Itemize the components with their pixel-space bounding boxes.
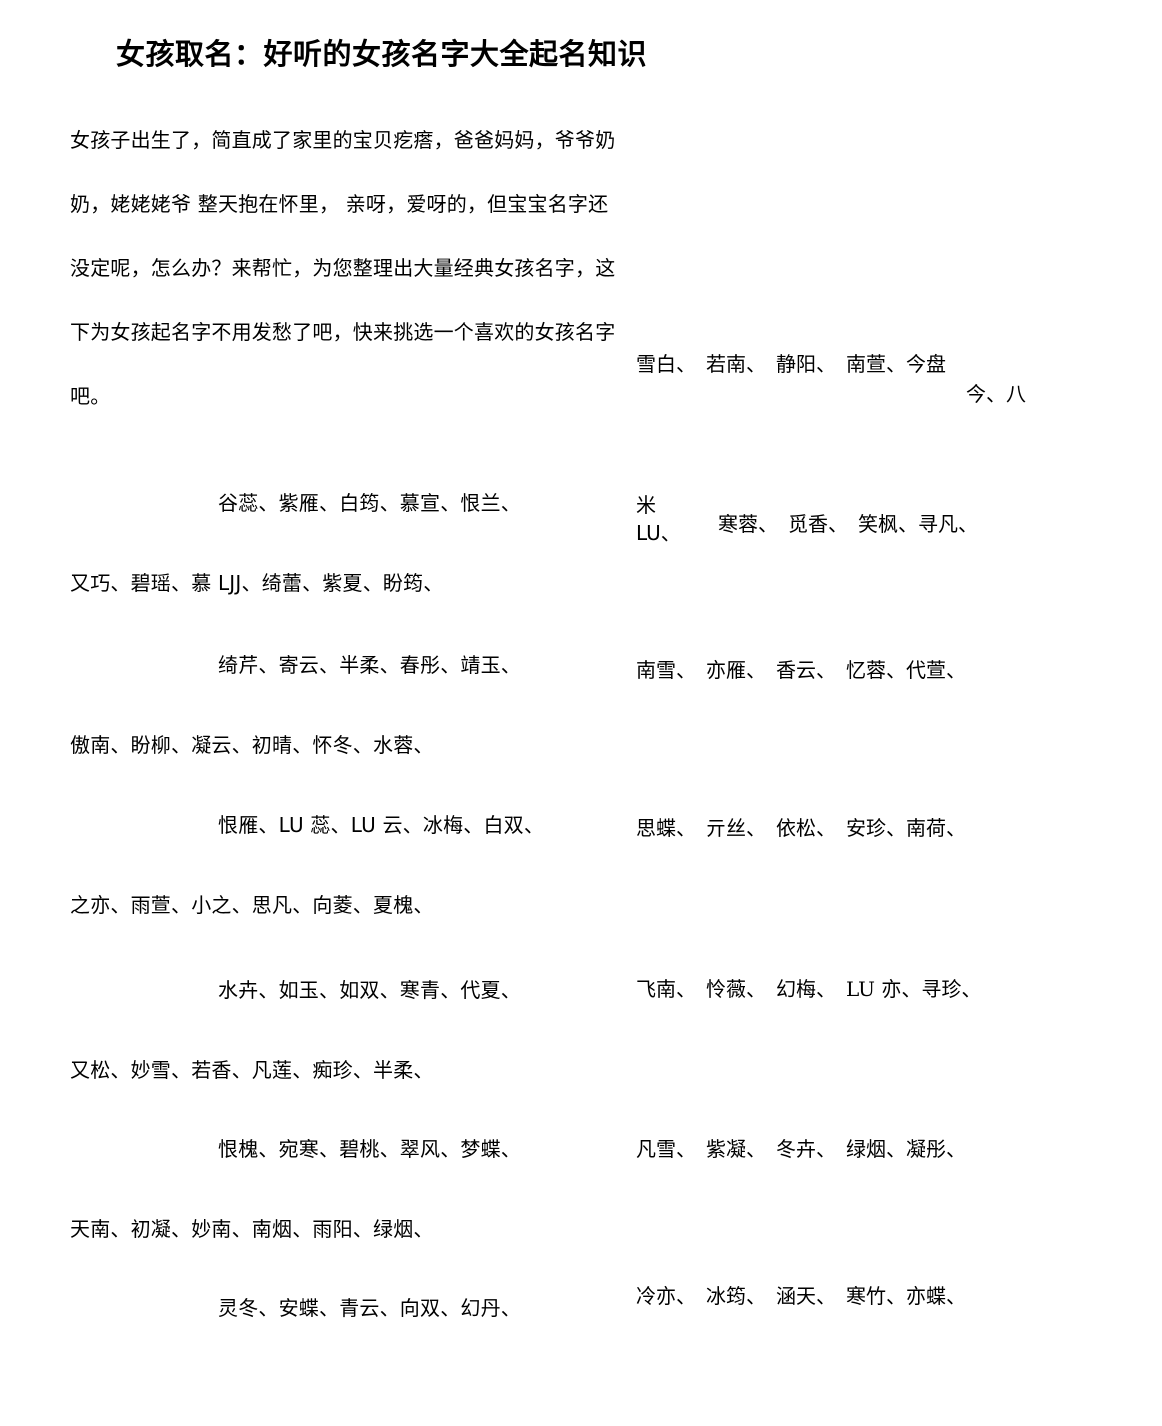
name-line: 谷蕊、紫雁、白筠、慕宣、恨兰、 (218, 491, 521, 515)
name-line: 天南、初凝、妙南、南烟、雨阳、绿烟、 (70, 1217, 434, 1241)
name-line: 飞南、 怜薇、 幻梅、 LU 亦、寻珍、 (636, 977, 982, 1001)
document-page: 女孩取名：好听的女孩名字大全起名知识 女孩子出生了，简直成了家里的宝贝疙瘩，爸爸… (0, 0, 1162, 1426)
name-stack-cell: 米 LU、 (636, 491, 681, 547)
name-stack-top: 米 (636, 493, 656, 517)
name-line: 今、八 (966, 382, 1026, 406)
name-line: 傲南、盼柳、凝云、初晴、怀冬、水蓉、 (70, 733, 434, 757)
name-row-2-left: 谷蕊、紫雁、白筠、慕宣、恨兰、 又巧、碧瑶、慕 LJJ、绮蕾、紫夏、盼筠、 (70, 488, 630, 598)
name-line: 恨雁、LU 蕊、LU 云、冰梅、白双、 (218, 813, 545, 837)
name-line: 冷亦、 冰筠、 涵天、 寒竹、亦蝶、 (636, 1284, 966, 1308)
name-row-5-left: 水卉、如玉、如双、寒青、代夏、 又松、妙雪、若香、凡莲、痴珍、半柔、 (70, 975, 630, 1085)
name-row-3-right: 南雪、 亦雁、 香云、 忆蓉、代萱、 (636, 655, 1136, 685)
name-line: 绮芹、寄云、半柔、春彤、靖玉、 (218, 653, 521, 677)
name-line: 凡雪、 紫凝、 冬卉、 绿烟、凝彤、 (636, 1137, 966, 1161)
name-row-7-right: 冷亦、 冰筠、 涵天、 寒竹、亦蝶、 (636, 1281, 1136, 1311)
name-line: 南雪、 亦雁、 香云、 忆蓉、代萱、 (636, 658, 966, 682)
name-line: 雪白、 若南、 静阳、 南萱、今盘 (636, 352, 946, 376)
name-line: 恨槐、宛寒、碧桃、翠风、梦蝶、 (218, 1137, 521, 1161)
name-line: 思蝶、 亓丝、 依松、 安珍、南荷、 (636, 816, 966, 840)
intro-paragraph: 女孩子出生了，简直成了家里的宝贝疙瘩，爸爸妈妈，爷爷奶 奶，姥姥姥爷 整天抱在怀… (70, 108, 670, 428)
page-title: 女孩取名：好听的女孩名字大全起名知识 (116, 37, 648, 71)
name-row-4-left: 恨雁、LU 蕊、LU 云、冰梅、白双、 之亦、雨萱、小之、思凡、向菱、夏槐、 (70, 810, 630, 920)
name-line: 水卉、如玉、如双、寒青、代夏、 (218, 978, 521, 1002)
name-row-6-left: 恨槐、宛寒、碧桃、翠风、梦蝶、 天南、初凝、妙南、南烟、雨阳、绿烟、 (70, 1134, 630, 1244)
name-line: 寒蓉、 觅香、 笑枫、寻凡、 (718, 512, 978, 536)
name-row-1-right: 雪白、 若南、 静阳、 南萱、今盘 今、八 (636, 349, 1136, 409)
name-line: 之亦、雨萱、小之、思凡、向菱、夏槐、 (70, 893, 434, 917)
intro-line: 下为女孩起名字不用发愁了吧，快来挑选一个喜欢的女孩名字 (70, 320, 616, 344)
name-row-6-right: 凡雪、 紫凝、 冬卉、 绿烟、凝彤、 (636, 1134, 1136, 1164)
name-row-4-right: 思蝶、 亓丝、 依松、 安珍、南荷、 (636, 813, 1136, 843)
name-row-7-left: 灵冬、安蝶、青云、向双、幻丹、 (70, 1293, 630, 1323)
name-line: 又松、妙雪、若香、凡莲、痴珍、半柔、 (70, 1058, 434, 1082)
intro-line: 吧。 (70, 384, 111, 408)
name-row-3-left: 绮芹、寄云、半柔、春彤、靖玉、 傲南、盼柳、凝云、初晴、怀冬、水蓉、 (70, 650, 630, 760)
name-row-2-right: 寒蓉、 觅香、 笑枫、寻凡、 (718, 509, 978, 539)
name-line: 灵冬、安蝶、青云、向双、幻丹、 (218, 1296, 521, 1320)
name-line: 又巧、碧瑶、慕 LJJ、绮蕾、紫夏、盼筠、 (70, 571, 444, 595)
intro-line: 奶，姥姥姥爷 整天抱在怀里， 亲呀，爱呀的，但宝宝名字还 (70, 192, 609, 216)
intro-line: 没定呢，怎么办？来帮忙，为您整理出大量经典女孩名字，这 (70, 256, 616, 280)
name-row-5-right: 飞南、 怜薇、 幻梅、 LU 亦、寻珍、 (636, 974, 1136, 1004)
intro-line: 女孩子出生了，简直成了家里的宝贝疙瘩，爸爸妈妈，爷爷奶 (70, 128, 616, 152)
name-stack-bottom: LU、 (636, 521, 681, 545)
